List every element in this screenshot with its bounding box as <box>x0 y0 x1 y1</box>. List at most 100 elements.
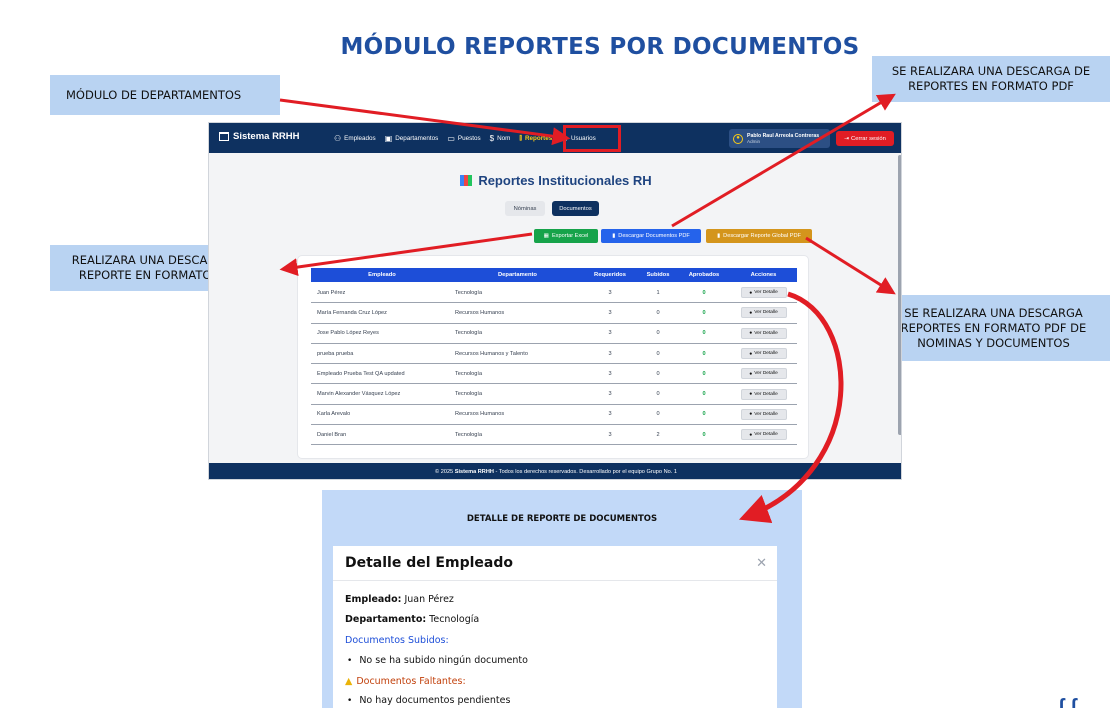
ver-detalle-button[interactable]: ● Ver Detalle <box>740 388 787 400</box>
nav-label: Nom <box>497 134 511 142</box>
table-row: María Fernanda Cruz López Recursos Humano… <box>311 303 797 324</box>
ver-detalle-label: Ver Detalle <box>754 330 778 336</box>
cell-subidos: 0 <box>656 411 660 418</box>
detail-departamento: Departamento: Tecnología <box>345 614 479 625</box>
logout-icon: ⇥ <box>844 135 850 142</box>
cell-aprobados: 0 <box>702 309 706 316</box>
ver-detalle-button[interactable]: ● Ver Detalle <box>740 408 787 420</box>
cell-departamento: Tecnología <box>455 370 483 377</box>
cell-subidos: 0 <box>656 330 660 337</box>
cell-requeridos: 3 <box>608 411 612 418</box>
header-requeridos: Requeridos <box>594 272 626 278</box>
cell-departamento: Tecnología <box>455 431 483 438</box>
building-columns-icon <box>219 132 229 141</box>
button-label: Exportar Excel <box>551 233 589 239</box>
eye-icon: ● <box>749 431 753 438</box>
cell-subidos: 0 <box>656 370 660 377</box>
footer-brand: Sistema RRHH <box>454 469 494 475</box>
departamento-value: Tecnología <box>426 614 480 625</box>
ver-detalle-label: Ver Detalle <box>754 371 778 377</box>
faltantes-heading: ▲ Documentos Faltantes: <box>345 676 466 687</box>
subidos-heading: Documentos Subidos: <box>345 635 449 646</box>
nav-item-reportes[interactable]: ⫾ Reportes <box>519 133 552 143</box>
users-icon: ⚇ <box>334 133 342 143</box>
header-acciones: Acciones <box>750 272 777 278</box>
eye-icon: ● <box>749 370 753 377</box>
button-label: Descargar Documentos PDF <box>618 233 690 239</box>
ver-detalle-button[interactable]: ● Ver Detalle <box>740 368 787 380</box>
scrollbar[interactable] <box>898 155 901 435</box>
header-empleado: Empleado <box>368 272 396 278</box>
export-excel-button[interactable]: ▦ Exportar Excel <box>534 229 598 243</box>
file-icon: ▮ <box>717 233 721 239</box>
table-row: Daniel Bran Tecnología 3 2 0 ● Ver Detalle <box>311 425 797 446</box>
highlight-box-reportes <box>563 125 621 152</box>
nav-item-nominas[interactable]: $ Nom <box>490 134 511 143</box>
cell-requeridos: 3 <box>608 391 612 398</box>
user-chip[interactable]: ● Pablo Raul Arreola Contreras Admin <box>729 129 830 148</box>
detail-modal: Detalle del Empleado ✕ Empleado: Juan Pé… <box>333 546 777 708</box>
close-icon[interactable]: ✕ <box>756 555 767 571</box>
cell-departamento: Recursos Humanos y Talento <box>455 350 528 357</box>
ver-detalle-label: Ver Detalle <box>754 310 778 316</box>
eye-icon: ● <box>749 289 753 296</box>
header-aprobados: Aprobados <box>688 272 720 278</box>
cell-aprobados: 0 <box>702 411 706 418</box>
eye-icon: ● <box>749 411 753 418</box>
cell-aprobados: 0 <box>702 431 706 438</box>
table-header: Empleado Departamento Requeridos Subidos… <box>311 268 797 282</box>
cell-aprobados: 0 <box>702 350 706 357</box>
ver-detalle-label: Ver Detalle <box>754 290 778 296</box>
empleado-label: Empleado: <box>345 594 402 605</box>
cell-departamento: Tecnología <box>455 289 483 296</box>
ver-detalle-button[interactable]: ● Ver Detalle <box>740 287 787 299</box>
warning-icon: ▲ <box>345 676 353 687</box>
page-title: Reportes Institucionales RH <box>209 173 901 188</box>
chart-icon: ⫾ <box>519 133 522 142</box>
ver-detalle-button[interactable]: ● Ver Detalle <box>740 429 787 441</box>
user-role: Admin <box>747 138 761 144</box>
detail-panel-title: DETALLE DE REPORTE DE DOCUMENTOS <box>466 514 658 524</box>
tab-documentos[interactable]: Documentos <box>552 201 599 216</box>
cell-acciones: ● Ver Detalle <box>730 408 797 420</box>
decorative-mark: ʃ ʃ <box>1058 696 1077 708</box>
cell-requeridos: 3 <box>608 350 612 357</box>
nav-menu: ⚇ Empleados ▣ Departamentos ▭ Puestos $ Nom … <box>334 123 596 153</box>
button-label: Descargar Reporte Global PDF <box>723 233 801 239</box>
ver-detalle-button[interactable]: ● Ver Detalle <box>740 348 787 360</box>
ver-detalle-label: Ver Detalle <box>754 411 778 417</box>
building-icon: ▣ <box>384 133 393 143</box>
top-navbar: Sistema RRHH ⚇ Empleados ▣ Departamentos ▭… <box>209 123 901 153</box>
footer-prefix: © 2025 <box>435 469 455 475</box>
cell-subidos: 0 <box>656 309 660 316</box>
nav-item-departamentos[interactable]: ▣ Departamentos <box>385 134 439 143</box>
departamento-label: Departamento: <box>345 614 427 625</box>
download-global-pdf-button[interactable]: ▮ Descargar Reporte Global PDF <box>706 229 812 243</box>
ver-detalle-button[interactable]: ● Ver Detalle <box>740 307 787 319</box>
callout-departamentos: MÓDULO DE DEPARTAMENTOS <box>50 75 280 115</box>
cell-requeridos: 3 <box>608 370 612 377</box>
brand[interactable]: Sistema RRHH <box>219 131 300 142</box>
cell-requeridos: 3 <box>608 431 612 438</box>
page-title-text: Reportes Institucionales RH <box>478 173 652 188</box>
user-info: Pablo Raul Arreola Contreras Admin <box>747 133 819 145</box>
briefcase-icon: ▭ <box>447 133 455 143</box>
cell-acciones: ● Ver Detalle <box>730 429 797 441</box>
ver-detalle-button[interactable]: ● Ver Detalle <box>740 327 787 339</box>
cell-acciones: ● Ver Detalle <box>730 368 797 380</box>
cell-empleado: Empleado Prueba Test QA updated <box>317 370 405 377</box>
nav-item-empleados[interactable]: ⚇ Empleados <box>334 134 376 143</box>
empleado-value: Juan Pérez <box>401 594 454 605</box>
cell-subidos: 1 <box>656 289 660 296</box>
table-row: prueba prueba Recursos Humanos y Talento 3… <box>311 344 797 365</box>
cell-empleado: María Fernanda Cruz López <box>317 309 387 316</box>
callout-pdf-documentos: SE REALIZARA UNA DESCARGA DE REPORTES EN… <box>872 56 1110 102</box>
logout-button[interactable]: ⇥ Cerrar sesión <box>836 131 894 146</box>
tab-nominas[interactable]: Nóminas <box>505 201 545 216</box>
eye-icon: ● <box>749 309 753 316</box>
user-name: Pablo Raul Arreola Contreras <box>747 132 820 139</box>
nav-item-puestos[interactable]: ▭ Puestos <box>447 134 480 143</box>
download-documents-pdf-button[interactable]: ▮ Descargar Documentos PDF <box>601 229 701 243</box>
app-footer: © 2025 Sistema RRHH - Todos los derechos… <box>209 463 901 479</box>
cell-empleado: Marvin Alexander Vásquez López <box>317 391 401 398</box>
